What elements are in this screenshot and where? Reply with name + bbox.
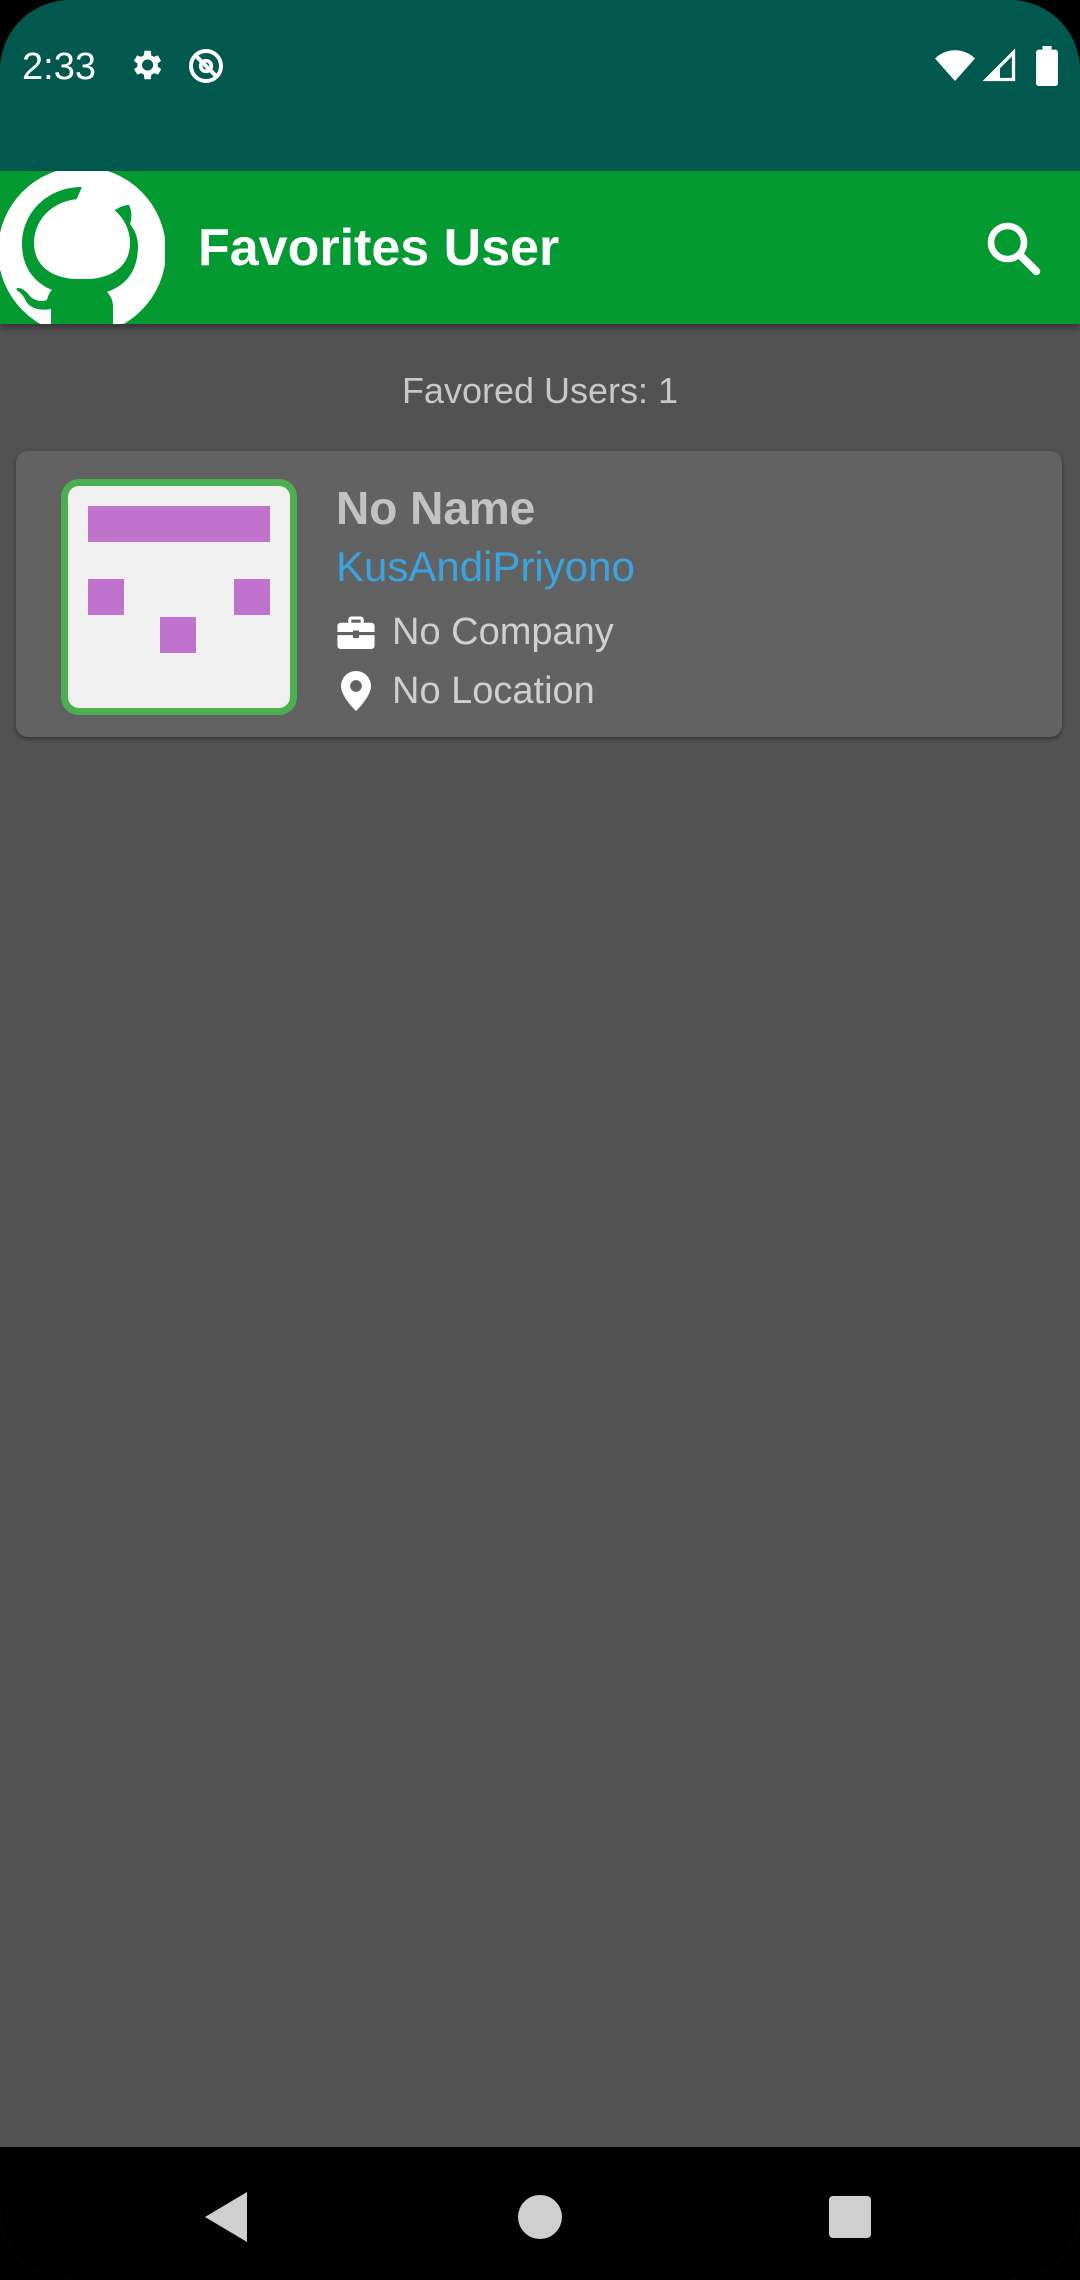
back-icon[interactable] bbox=[197, 2187, 257, 2247]
gear-icon bbox=[127, 46, 165, 89]
page-title: Favorites User bbox=[198, 219, 560, 277]
home-icon[interactable] bbox=[510, 2187, 570, 2247]
location-pin-icon bbox=[336, 671, 376, 711]
recents-icon[interactable] bbox=[820, 2187, 880, 2247]
favored-count-label: Favored Users: 1 bbox=[401, 370, 679, 411]
company-row: No Company bbox=[336, 608, 614, 656]
briefcase-icon bbox=[336, 612, 376, 652]
wifi-icon bbox=[935, 46, 975, 91]
location-row: No Location bbox=[336, 667, 595, 715]
navigation-bar bbox=[0, 2147, 1080, 2280]
location-text: No Location bbox=[392, 669, 595, 712]
avatar bbox=[61, 479, 297, 715]
battery-icon bbox=[1036, 46, 1058, 91]
status-time: 2:33 bbox=[22, 46, 96, 88]
app-bar: Favorites User bbox=[0, 167, 1080, 339]
user-login[interactable]: KusAndiPriyono bbox=[336, 543, 635, 591]
github-octocat-icon bbox=[0, 167, 166, 339]
company-text: No Company bbox=[392, 610, 614, 653]
user-name: No Name bbox=[336, 482, 536, 534]
signal-icon bbox=[982, 46, 1018, 91]
user-card[interactable]: No Name KusAndiPriyono No Company No Loc… bbox=[16, 451, 1062, 737]
status-bar: 2:33 bbox=[0, 0, 1080, 171]
phone-screen: 2:33 Favorites User Favored Users: 1 No … bbox=[0, 0, 1080, 2280]
search-icon[interactable] bbox=[980, 215, 1046, 281]
no-disturb-icon bbox=[186, 46, 226, 91]
